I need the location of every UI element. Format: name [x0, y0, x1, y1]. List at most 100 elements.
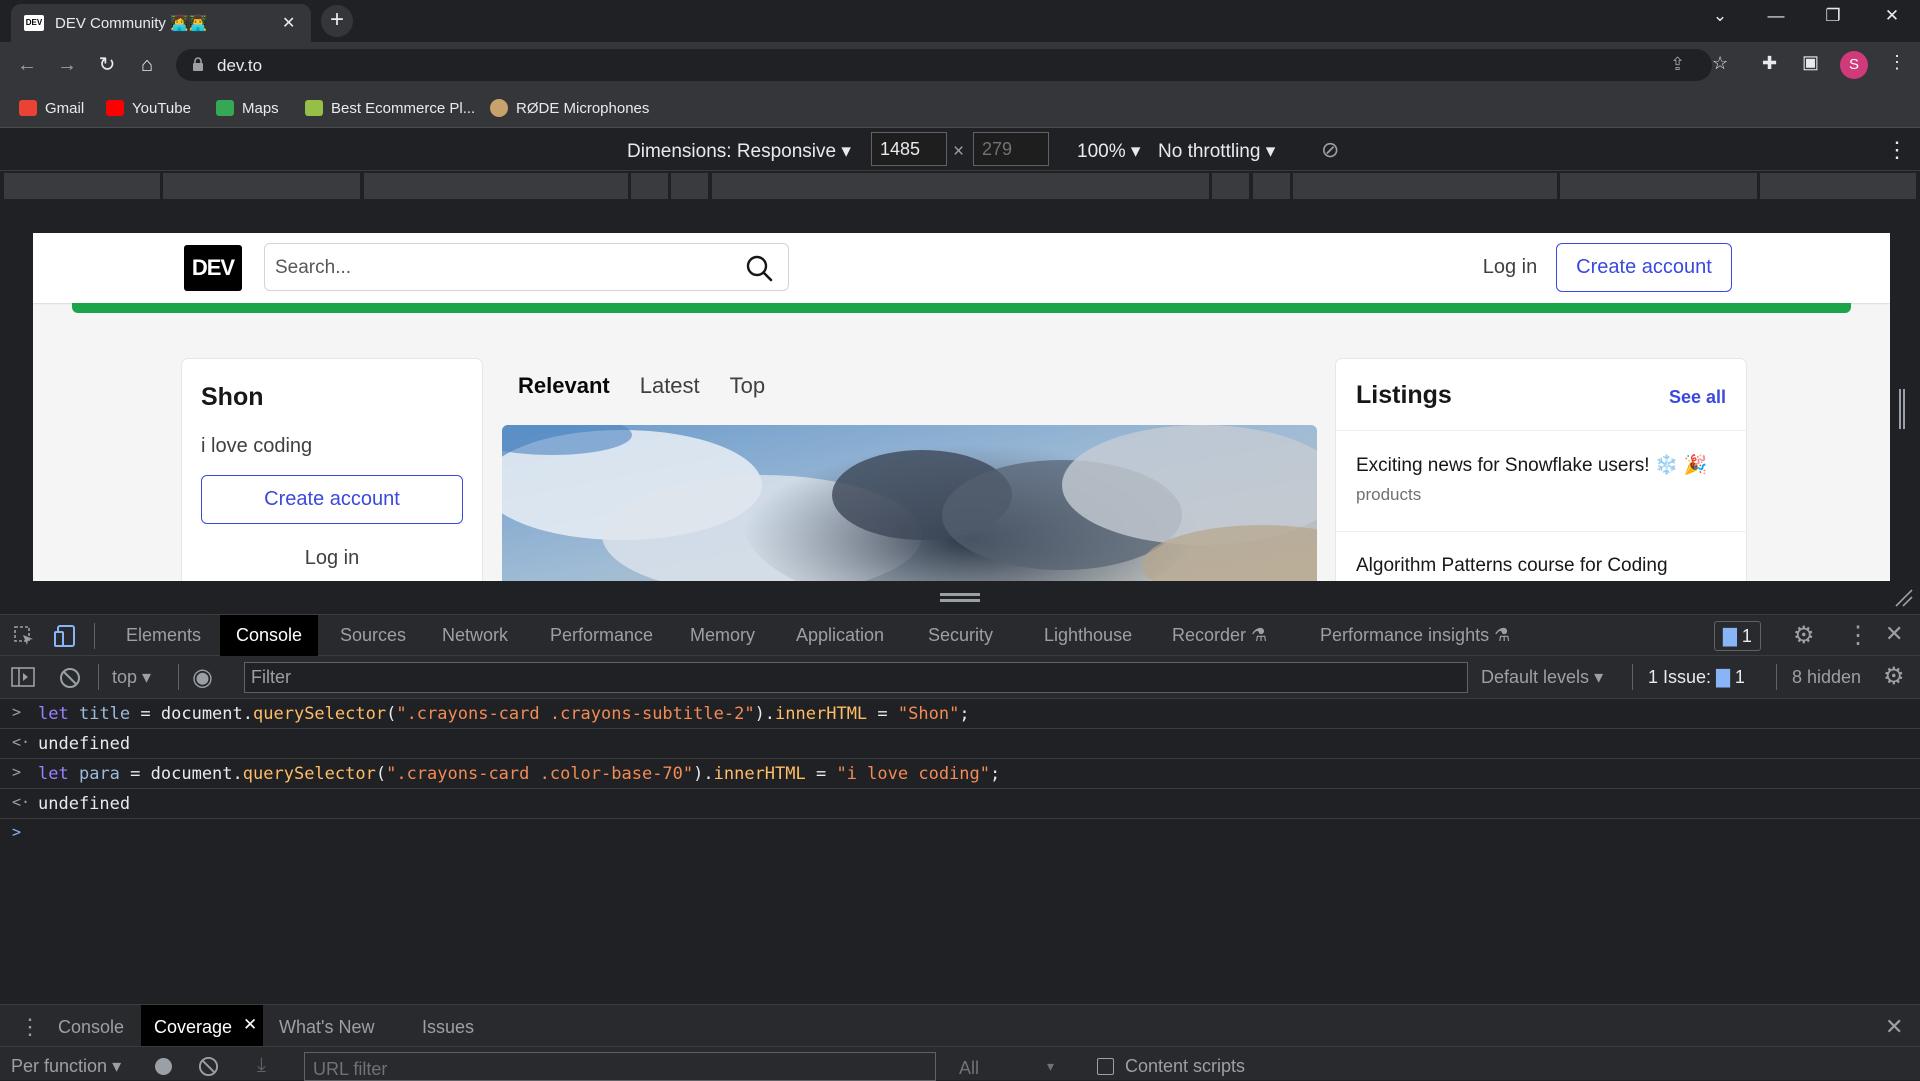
media-query-segment[interactable] [671, 173, 708, 199]
drawer-tab-coverage[interactable]: Coverage ✕ [141, 1005, 263, 1046]
bookmark-youtube[interactable]: YouTube [106, 96, 191, 120]
clear-coverage-icon[interactable] [198, 1056, 219, 1077]
tab-relevant[interactable]: Relevant [518, 373, 610, 399]
tab-performance-insights[interactable]: Performance insights ⚗ [1304, 615, 1526, 656]
width-input[interactable]: 1485 [871, 132, 947, 166]
card-create-account-button[interactable]: Create account [201, 475, 463, 524]
inspect-element-icon[interactable] [13, 625, 35, 647]
browser-tab[interactable]: DEV DEV Community 👩‍💻👨‍💻 ✕ [11, 4, 311, 42]
drag-handle-icon[interactable] [940, 593, 980, 602]
console-settings-gear-icon[interactable]: ⚙ [1883, 662, 1905, 691]
console-filter-input[interactable] [244, 662, 1468, 693]
search-icon[interactable] [745, 254, 773, 282]
sidebar-toggle-icon[interactable] [11, 667, 35, 687]
drawer-kebab-icon[interactable]: ⋮ [19, 1014, 41, 1040]
url-filter-input[interactable]: URL filter [304, 1052, 936, 1081]
height-input[interactable]: 279 [973, 132, 1049, 166]
context-selector[interactable]: top ▾ [112, 667, 151, 688]
restore-button[interactable]: ❐ [1813, 6, 1853, 26]
issues-button[interactable]: 1 Issue: ▇ 1 [1648, 667, 1745, 688]
side-panel-icon[interactable]: ▣ [1802, 52, 1819, 73]
listing-item-category[interactable]: products [1356, 485, 1421, 505]
content-type-dropdown[interactable]: All ▾ [947, 1052, 1067, 1081]
tab-console[interactable]: Console [220, 615, 319, 656]
profile-avatar[interactable]: S [1840, 51, 1868, 79]
device-toolbar-kebab-icon[interactable]: ⋮ [1886, 137, 1908, 163]
bookmark-rode[interactable]: RØDE Microphones [490, 96, 649, 120]
close-devtools-icon[interactable]: ✕ [1885, 621, 1903, 647]
issues-counter-button[interactable]: ▇ 1 [1714, 621, 1761, 651]
reload-icon[interactable]: ↻ [93, 51, 121, 79]
header-login-link[interactable]: Log in [1465, 246, 1555, 288]
address-bar[interactable]: dev.to ⇪ ☆ [176, 49, 1728, 81]
media-query-segment[interactable] [1293, 173, 1557, 199]
live-expression-eye-icon[interactable]: ◉ [192, 663, 213, 692]
tab-lighthouse[interactable]: Lighthouse [1028, 615, 1148, 656]
content-scripts-checkbox[interactable] [1097, 1058, 1114, 1075]
header-create-account-button[interactable]: Create account [1556, 243, 1732, 292]
site-search-input[interactable] [275, 254, 715, 282]
forward-arrow-icon[interactable]: → [53, 51, 81, 79]
close-drawer-icon[interactable]: ✕ [1885, 1014, 1903, 1040]
tab-application[interactable]: Application [780, 615, 900, 656]
back-arrow-icon[interactable]: ← [13, 51, 41, 79]
tab-close-icon[interactable]: ✕ [282, 13, 295, 33]
media-query-segment[interactable] [712, 173, 1209, 199]
console-command[interactable]: let para = document.querySelector(".cray… [38, 764, 1000, 784]
viewport-resize-handle[interactable] [1899, 389, 1905, 429]
drawer-tab-issues[interactable]: Issues [422, 1017, 474, 1038]
media-query-segment[interactable] [1212, 173, 1249, 199]
throttling-dropdown[interactable]: No throttling ▾ [1158, 140, 1275, 163]
log-levels-dropdown[interactable]: Default levels ▾ [1481, 667, 1603, 688]
bookmark-gmail[interactable]: Gmail [19, 96, 84, 120]
tab-recorder[interactable]: Recorder ⚗ [1156, 615, 1283, 656]
bookmark-maps[interactable]: Maps [216, 96, 279, 120]
media-query-segment[interactable] [364, 173, 628, 199]
settings-gear-icon[interactable]: ⚙ [1793, 621, 1815, 650]
tab-latest[interactable]: Latest [640, 373, 700, 399]
bookmark-star-icon[interactable]: ☆ [1712, 53, 1728, 74]
clear-console-icon[interactable] [59, 667, 81, 689]
media-query-segment[interactable] [1760, 173, 1916, 199]
media-query-segment[interactable] [1253, 173, 1290, 199]
new-tab-button[interactable]: + [321, 5, 353, 37]
media-query-segment[interactable] [163, 173, 360, 199]
console-output[interactable]: > let title = document.querySelector(".c… [0, 699, 1920, 1004]
share-icon[interactable]: ⇪ [1670, 54, 1685, 75]
browser-menu-kebab-icon[interactable]: ⋮ [1888, 52, 1906, 73]
tab-sources[interactable]: Sources [324, 615, 422, 656]
home-icon[interactable]: ⌂ [133, 51, 161, 79]
tab-security[interactable]: Security [912, 615, 1009, 656]
console-prompt[interactable]: > [0, 819, 1920, 849]
zoom-dropdown[interactable]: 100% ▾ [1077, 140, 1140, 163]
card-login-link[interactable]: Log in [201, 547, 463, 570]
tab-performance[interactable]: Performance [534, 615, 669, 656]
bookmark-ecommerce[interactable]: Best Ecommerce Pl... [305, 96, 475, 120]
listing-item-title[interactable]: Exciting news for Snowflake users! ❄️ 🎉 [1356, 453, 1707, 477]
coverage-type-dropdown[interactable]: Per function ▾ [11, 1056, 121, 1077]
article-cover-image[interactable] [502, 425, 1317, 581]
drawer-tab-whats-new[interactable]: What's New [279, 1017, 374, 1038]
corner-resize-icon[interactable] [1894, 588, 1914, 608]
close-window-button[interactable]: ✕ [1872, 6, 1912, 26]
dev-logo[interactable]: DEV [184, 245, 242, 291]
dimensions-dropdown[interactable]: Dimensions: Responsive ▾ [627, 140, 851, 163]
drawer-tab-console[interactable]: Console [58, 1017, 124, 1038]
tab-memory[interactable]: Memory [674, 615, 771, 656]
minimize-button[interactable]: — [1756, 6, 1796, 26]
media-query-segment[interactable] [631, 173, 668, 199]
tab-top[interactable]: Top [730, 373, 765, 399]
tab-search-chevron-icon[interactable]: ⌄ [1700, 6, 1740, 26]
device-toggle-icon[interactable] [54, 624, 78, 648]
listing-item-title[interactable]: Algorithm Patterns course for Coding [1356, 555, 1668, 577]
site-search[interactable] [264, 243, 789, 291]
tab-elements[interactable]: Elements [110, 615, 217, 656]
media-query-segment[interactable] [4, 173, 160, 199]
download-icon[interactable]: ⤓ [257, 1054, 266, 1077]
record-icon[interactable] [155, 1058, 172, 1075]
media-query-segment[interactable] [1560, 173, 1757, 199]
devtools-kebab-icon[interactable]: ⋮ [1846, 621, 1870, 650]
tab-network[interactable]: Network [426, 615, 524, 656]
listings-see-all-link[interactable]: See all [1669, 387, 1726, 408]
extensions-puzzle-icon[interactable]: ✚ [1762, 53, 1777, 74]
